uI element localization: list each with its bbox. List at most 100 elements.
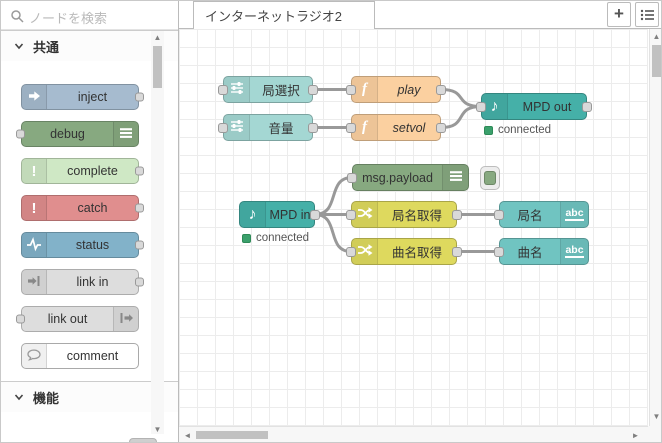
list-menu-icon bbox=[640, 8, 655, 22]
output-port[interactable] bbox=[135, 167, 144, 176]
debug-enable-toggle[interactable] bbox=[480, 166, 500, 190]
icon-section bbox=[22, 270, 47, 294]
input-port[interactable] bbox=[346, 85, 356, 95]
add-flow-button[interactable]: + bbox=[607, 2, 631, 27]
output-port[interactable] bbox=[308, 123, 318, 133]
song-name-text-node[interactable]: abc曲名 bbox=[499, 238, 589, 265]
mpd-out-node[interactable]: ♪MPD out bbox=[481, 93, 587, 120]
status-text: connected bbox=[256, 232, 309, 244]
flow-list-button[interactable] bbox=[635, 2, 659, 27]
debug-bars-icon bbox=[118, 125, 134, 144]
mpd-in-node[interactable]: ♪MPD in bbox=[239, 201, 315, 228]
node-label: 局選択 bbox=[250, 77, 312, 102]
comment-bubble-icon bbox=[26, 347, 42, 366]
scroll-left-icon[interactable]: ◄ bbox=[181, 431, 194, 441]
shuffle-icon bbox=[356, 205, 373, 224]
function-icon: f bbox=[362, 81, 367, 98]
palette-node-complete[interactable]: ! complete bbox=[21, 158, 139, 184]
output-port[interactable] bbox=[582, 102, 592, 112]
wire[interactable] bbox=[441, 90, 481, 107]
canvas-horizontal-scrollbar[interactable]: ◄ ► bbox=[179, 426, 648, 443]
play-function-node[interactable]: fplay bbox=[351, 76, 441, 103]
input-port[interactable] bbox=[346, 247, 356, 257]
scroll-up-icon[interactable]: ▲ bbox=[151, 33, 164, 43]
plus-icon: + bbox=[614, 5, 624, 22]
shuffle-icon bbox=[356, 242, 373, 261]
search-icon bbox=[10, 9, 24, 23]
wire[interactable] bbox=[315, 215, 351, 252]
palette-node-link-in[interactable]: link in bbox=[21, 269, 139, 295]
palette-node-label: link out bbox=[22, 307, 113, 331]
tab-label: インターネットラジオ2 bbox=[205, 6, 342, 25]
input-port[interactable] bbox=[218, 85, 228, 95]
function-icon: f bbox=[362, 119, 367, 136]
node-label: play bbox=[378, 77, 440, 102]
scroll-right-icon[interactable]: ► bbox=[629, 431, 642, 441]
palette-scrollbar-thumb[interactable] bbox=[153, 46, 162, 88]
inject-arrow-icon bbox=[26, 88, 42, 107]
setvol-function-node[interactable]: fsetvol bbox=[351, 114, 441, 141]
input-port[interactable] bbox=[16, 315, 25, 324]
debug-bars-icon bbox=[448, 168, 464, 187]
chevron-down-icon bbox=[14, 41, 24, 51]
horizontal-scrollbar-thumb[interactable] bbox=[196, 431, 268, 439]
output-port[interactable] bbox=[452, 247, 462, 257]
palette-node-label: complete bbox=[47, 159, 138, 183]
node-red-editor: ノードを検索 共通 injectdebug!complete!catchstat… bbox=[0, 0, 662, 443]
wire[interactable] bbox=[441, 107, 481, 128]
exclamation-icon: ! bbox=[32, 163, 37, 180]
input-port[interactable] bbox=[218, 123, 228, 133]
input-port[interactable] bbox=[346, 210, 356, 220]
get-song-name-node[interactable]: 曲名取得 bbox=[351, 238, 457, 265]
palette-scrollbar[interactable]: ▲ ▼ bbox=[151, 31, 164, 434]
palette-node-label: link in bbox=[47, 270, 138, 294]
sliders-icon bbox=[229, 80, 245, 99]
palette-node-debug[interactable]: debug bbox=[21, 121, 139, 147]
input-port[interactable] bbox=[16, 130, 25, 139]
input-port[interactable] bbox=[494, 247, 504, 257]
output-port[interactable] bbox=[135, 241, 144, 250]
output-port[interactable] bbox=[452, 210, 462, 220]
input-port[interactable] bbox=[476, 102, 486, 112]
palette-node-link-out[interactable]: link out bbox=[21, 306, 139, 332]
palette-node-inject[interactable]: inject bbox=[21, 84, 139, 110]
station-name-text-node[interactable]: abc局名 bbox=[499, 201, 589, 228]
output-port[interactable] bbox=[135, 278, 144, 287]
flow-canvas[interactable]: 局選択音量fplayfsetvol♪MPD outconnected♪MPD i… bbox=[179, 29, 648, 426]
scroll-down-icon[interactable]: ▼ bbox=[151, 425, 164, 435]
wire[interactable] bbox=[315, 178, 352, 215]
output-port[interactable] bbox=[436, 123, 446, 133]
chevron-down-icon bbox=[14, 392, 24, 402]
palette-node-catch[interactable]: !catch bbox=[21, 195, 139, 221]
output-port[interactable] bbox=[308, 85, 318, 95]
input-port[interactable] bbox=[347, 173, 357, 183]
icon-section: ♪ bbox=[240, 202, 266, 227]
scroll-down-icon[interactable]: ▼ bbox=[650, 412, 662, 422]
workspace: インターネットラジオ2 + 局選択音量fplayfsetvol♪MPD outc… bbox=[179, 1, 662, 443]
icon-section: abc bbox=[560, 202, 588, 227]
node-label: 局名取得 bbox=[378, 202, 456, 227]
partial-palette-node bbox=[129, 438, 157, 443]
icon-section: ! bbox=[22, 159, 47, 183]
tab-internet-radio-2[interactable]: インターネットラジオ2 bbox=[193, 1, 375, 29]
exclamation-icon: ! bbox=[32, 200, 37, 217]
get-station-name-node[interactable]: 局名取得 bbox=[351, 201, 457, 228]
output-port[interactable] bbox=[135, 204, 144, 213]
output-port[interactable] bbox=[310, 210, 320, 220]
node-label: MPD out bbox=[508, 94, 586, 119]
input-port[interactable] bbox=[346, 123, 356, 133]
canvas-vertical-scrollbar[interactable]: ▲ ▼ bbox=[649, 29, 662, 426]
vertical-scrollbar-thumb[interactable] bbox=[652, 45, 661, 77]
scroll-up-icon[interactable]: ▲ bbox=[650, 32, 662, 42]
volume-node[interactable]: 音量 bbox=[223, 114, 313, 141]
palette-search[interactable]: ノードを検索 bbox=[1, 1, 178, 30]
palette-node-status[interactable]: status bbox=[21, 232, 139, 258]
output-port[interactable] bbox=[436, 85, 446, 95]
node-label: 音量 bbox=[250, 115, 312, 140]
input-port[interactable] bbox=[494, 210, 504, 220]
node-label: MPD in bbox=[266, 202, 314, 227]
station-select-node[interactable]: 局選択 bbox=[223, 76, 313, 103]
output-port[interactable] bbox=[135, 93, 144, 102]
palette-node-comment[interactable]: comment bbox=[21, 343, 139, 369]
debug-msg-payload-node[interactable]: msg.payload bbox=[352, 164, 469, 191]
